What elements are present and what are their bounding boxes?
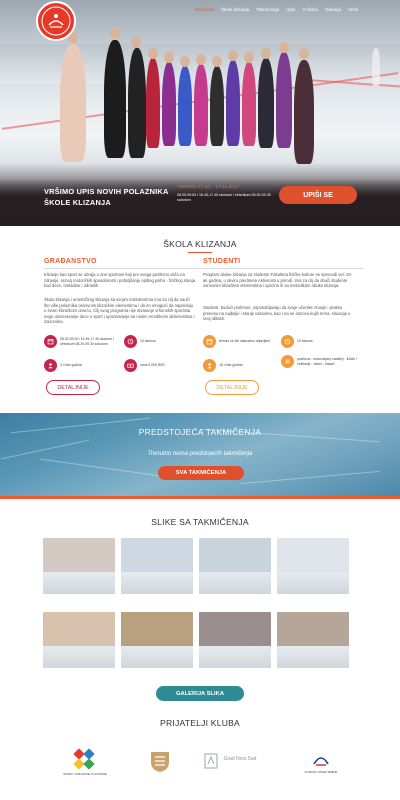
citizens-heading: GRAĐANSTVO <box>44 258 97 265</box>
students-description: Studenti, budući profesori, osposobljava… <box>203 305 351 322</box>
nav-item-school[interactable]: Škola klizanja <box>221 7 249 12</box>
partner-sport-vojvodina[interactable]: SPORT I OMLADINE VOJVODINE <box>60 748 110 776</box>
gallery-photo[interactable] <box>121 538 193 594</box>
partners-title: PRIJATELJI KLUBA <box>160 718 240 728</box>
hero-title: VRŠIMO UPIS NOVIH POLAZNIKA ŠKOLE KLIZAN… <box>44 187 169 207</box>
divider <box>44 268 204 269</box>
students-duration: 10 časova <box>281 335 353 348</box>
enroll-button[interactable]: UPIŠI SE <box>279 186 357 204</box>
photo-gallery-button[interactable]: GALERIJA SLIKA <box>156 686 244 701</box>
nav-item-competitions[interactable]: Takmičenja <box>256 7 279 12</box>
partner-novi-sad[interactable]: Grad Novi Sad <box>200 752 264 769</box>
user-icon <box>44 359 57 372</box>
user-icon <box>203 359 216 372</box>
club-logo-icon[interactable] <box>36 1 76 41</box>
calendar-icon <box>44 335 57 348</box>
citizens-details-button[interactable]: DETALJNIJE <box>46 380 100 395</box>
nav-item-gallery[interactable]: Galerija <box>325 7 341 12</box>
citizens-schedule: 08.00-09.00 i 16.45-17.45 utorkom i četv… <box>44 335 122 348</box>
gallery-photo[interactable] <box>277 538 349 594</box>
clock-icon <box>281 335 294 348</box>
gallery-photo[interactable] <box>199 538 271 594</box>
nav-item-enroll[interactable]: Upis <box>286 7 295 12</box>
gallery-photo[interactable] <box>43 612 115 668</box>
competitions-empty-message: Trenutno nema predstojećih takmičenja <box>147 451 253 457</box>
divider <box>203 268 363 269</box>
nav-item-about[interactable]: O klubu <box>302 7 318 12</box>
skating-union-logo-icon <box>313 757 329 766</box>
students-age: 18 i više godina <box>203 359 279 372</box>
all-competitions-button[interactable]: SVA TAKMIČENJA <box>158 466 244 480</box>
partner-skating-union[interactable]: KLIZAČKI SAVEZ SRBIJE <box>296 750 346 774</box>
gallery-title: SLIKE SA TAKMIČENJA <box>151 517 249 527</box>
students-schedule: termini će biti naknadno objavljeni <box>203 335 279 348</box>
hero-term-detail: 08.00-09.00 i 16.45-17.45 utorkom i četv… <box>177 193 271 202</box>
students-heading: STUDENTI <box>203 258 241 265</box>
partner-shield[interactable] <box>140 748 180 774</box>
clock-icon <box>124 335 137 348</box>
gallery-photo[interactable] <box>121 612 193 668</box>
students-details-button[interactable]: DETALJNIJE <box>205 380 259 395</box>
school-section-title: ŠKOLA KLIZANJA <box>163 239 237 249</box>
calendar-icon <box>203 335 216 348</box>
students-grading: pozitivno - nedovoljan) uradiniji - fizi… <box>281 355 357 368</box>
nav-item-home[interactable]: Naslovna <box>195 7 214 12</box>
competitions-title: PREDSTOJEĆA TAKMIČENJA <box>138 427 262 437</box>
sport-vojvodina-logo-icon <box>73 748 95 770</box>
gallery-photo[interactable] <box>199 612 271 668</box>
hero-term-label: TERMINI 17.10. - 07.11.2017 <box>177 185 240 190</box>
list-icon <box>281 355 294 368</box>
citizens-price: cena 4.000 RSD <box>124 359 196 372</box>
gallery-photo[interactable] <box>277 612 349 668</box>
money-icon <box>124 359 137 372</box>
citizens-intro: Klizanje kao sport se ubraja u one sport… <box>44 272 196 289</box>
partner-shield-logo-icon <box>151 752 169 772</box>
citizens-age: 3 i više godina <box>44 359 122 372</box>
title-underline <box>188 252 212 253</box>
band-accent-line <box>0 496 400 499</box>
nav-item-news[interactable]: Vesti <box>348 7 358 12</box>
citizens-description: Škola klizanja i umetničkog klizanja sa … <box>44 297 195 325</box>
students-intro: Program obuke klizanja za studente Fakul… <box>203 272 352 289</box>
gallery-photo[interactable] <box>43 538 115 594</box>
citizens-duration: 10 časova <box>124 335 196 348</box>
